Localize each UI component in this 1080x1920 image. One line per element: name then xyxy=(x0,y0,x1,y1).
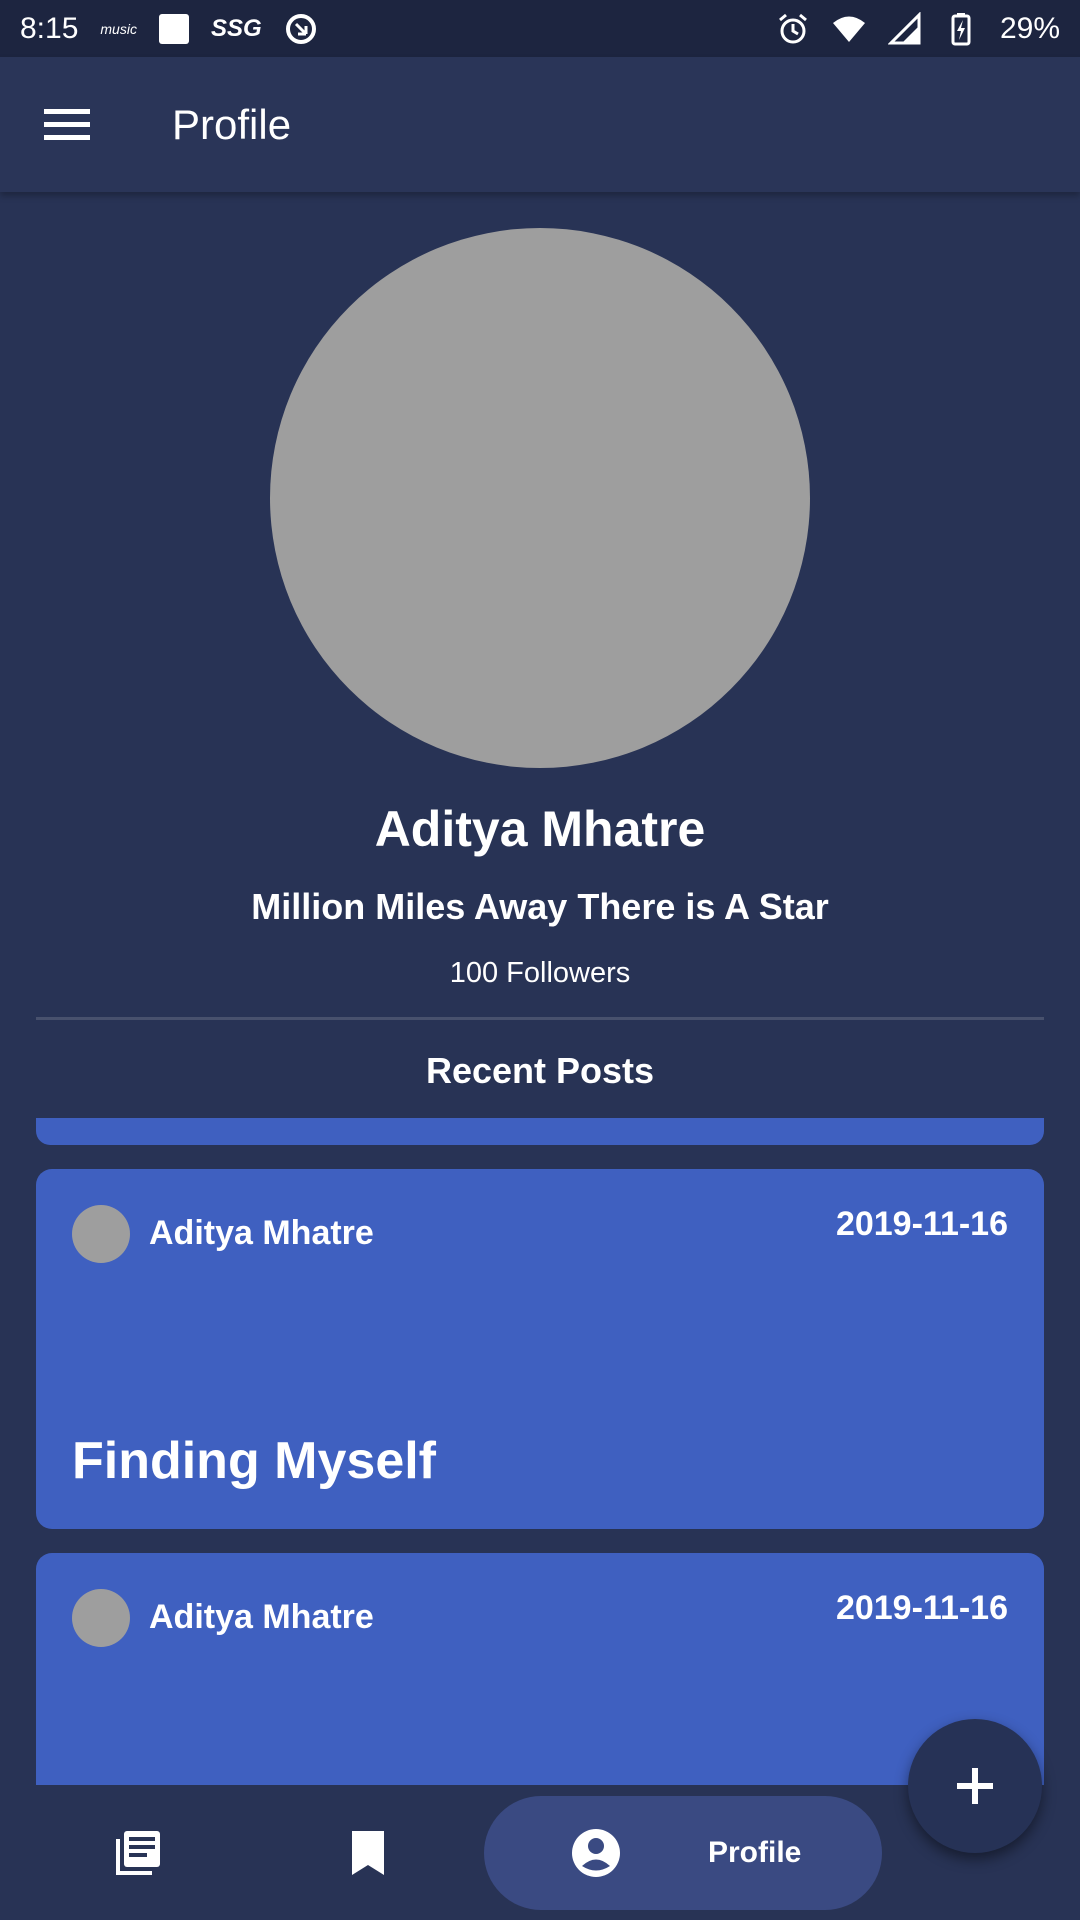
nav-item-bookmarks[interactable] xyxy=(318,1785,418,1920)
status-right: 29% xyxy=(776,11,1060,46)
ssg-notification-icon: SSG xyxy=(210,14,262,42)
wifi-icon xyxy=(832,16,865,42)
plus-icon xyxy=(957,1768,993,1804)
status-left: 8:15 music SSG xyxy=(20,12,318,46)
post-author: Aditya Mhatre xyxy=(149,1598,374,1636)
nav-item-feed[interactable] xyxy=(88,1785,188,1920)
signal-icon xyxy=(887,11,921,44)
followers-count[interactable]: 100 Followers xyxy=(0,957,1080,990)
post-date: 2019-11-16 xyxy=(835,1205,1008,1243)
post-card-partial[interactable] xyxy=(36,1118,1044,1145)
profile-avatar[interactable] xyxy=(270,228,810,768)
account-circle-icon xyxy=(572,1829,620,1877)
menu-button[interactable] xyxy=(35,93,99,157)
alarm-icon xyxy=(778,13,807,43)
feed-icon xyxy=(116,1830,160,1875)
post-card[interactable]: Aditya Mhatre 2019-11-16 Finding Myself xyxy=(36,1169,1044,1529)
bookmark-icon xyxy=(352,1830,384,1875)
square-notification-icon xyxy=(158,13,189,44)
battery-charging-icon xyxy=(951,12,971,45)
battery-percent: 29% xyxy=(999,11,1060,45)
nav-profile-icon-wrap xyxy=(570,1827,622,1879)
post-date: 2019-11-16 xyxy=(835,1589,1008,1627)
section-divider xyxy=(36,1017,1044,1020)
music-notification-icon: music xyxy=(100,20,137,37)
nav-profile-label: Profile xyxy=(708,1836,802,1869)
status-time: 8:15 xyxy=(20,11,79,45)
post-title: Finding Myself xyxy=(72,1432,436,1490)
circle-arrow-notification-icon xyxy=(285,13,316,44)
hamburger-menu-icon xyxy=(44,108,90,140)
add-post-button[interactable] xyxy=(908,1719,1042,1853)
post-author-avatar xyxy=(72,1589,130,1647)
recent-posts-heading: Recent Posts xyxy=(425,1050,655,1091)
post-author-avatar xyxy=(72,1205,130,1263)
page-title: Profile xyxy=(172,100,292,148)
status-bar: 8:15 music SSG 29% xyxy=(0,0,1080,57)
app-bar: Profile xyxy=(0,57,1080,192)
profile-bio: Million Miles Away There is A Star xyxy=(251,886,829,927)
nav-item-profile[interactable]: Profile xyxy=(484,1796,882,1910)
profile-name: Aditya Mhatre xyxy=(374,801,706,857)
post-author: Aditya Mhatre xyxy=(149,1214,374,1252)
